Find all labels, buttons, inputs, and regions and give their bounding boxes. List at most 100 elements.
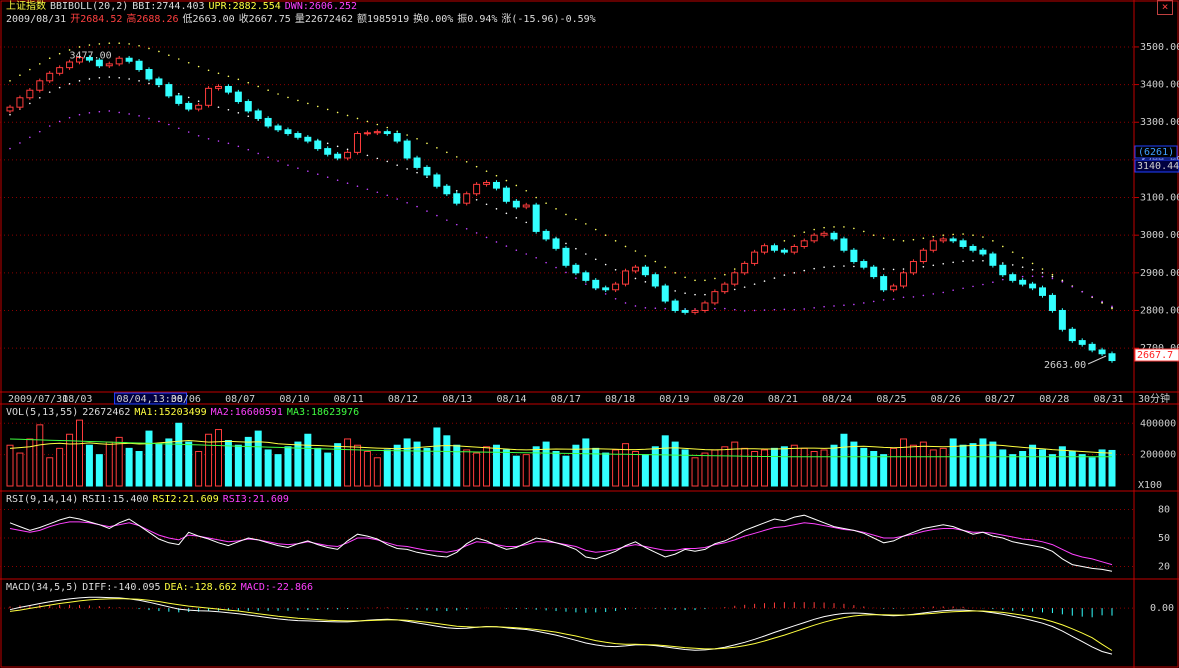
bb-lower-dot <box>495 241 498 243</box>
turnover-value: 换0.00% <box>413 14 454 25</box>
bb-mid-dot <box>942 262 945 265</box>
candle-up <box>612 283 620 291</box>
bb-mid-dot <box>416 171 418 174</box>
bb-upper-dot <box>843 226 845 228</box>
bb-upper-dot <box>793 235 796 237</box>
vol-bar-down <box>1078 454 1086 487</box>
bb-lower-dot <box>505 245 508 247</box>
bb-mid-dot <box>1051 275 1054 278</box>
bb-upper-dot <box>535 196 537 199</box>
bb-lower-dot <box>346 182 349 185</box>
vol-bar-down <box>423 447 431 487</box>
vol-bar-down <box>1048 454 1056 487</box>
bb-upper-dot <box>555 208 557 210</box>
candle-down <box>244 101 252 112</box>
bb-upper-dot <box>972 234 974 236</box>
bb-upper-dot <box>783 240 786 242</box>
bb-lower-dot <box>326 176 329 178</box>
bb-lower-dot <box>1091 295 1093 298</box>
candle-down <box>780 249 788 253</box>
bb-lower-dot <box>912 296 915 298</box>
bb-lower-dot <box>287 164 289 166</box>
bb-upper-dot <box>257 85 259 88</box>
candle-up <box>631 266 639 272</box>
bb-lower-dot <box>902 296 905 299</box>
vol-bar-up <box>46 457 54 487</box>
candle-up <box>214 85 222 89</box>
rsi-tick-label: 80 <box>1158 505 1170 516</box>
bb-upper-dot <box>336 111 339 114</box>
low-value: 低2663.00 <box>182 14 235 25</box>
vol-bar-down <box>413 441 421 487</box>
candle-down <box>324 148 332 155</box>
vol-bar-up <box>761 449 769 487</box>
bb-mid-dot <box>684 292 686 294</box>
candle-up <box>473 183 481 195</box>
vol-bar-down <box>244 436 252 487</box>
bb-upper-dot <box>406 134 408 136</box>
candle-down <box>870 266 878 278</box>
bb-lower-dot <box>773 308 776 311</box>
bb-lower-dot <box>1081 290 1084 293</box>
vol-bar-down <box>1009 454 1017 487</box>
bb-lower-dot <box>227 142 230 145</box>
candle-down <box>185 102 193 110</box>
bb-upper-dot <box>455 156 458 158</box>
vol-bar-down <box>254 430 262 487</box>
bb-lower-dot <box>863 302 865 304</box>
index-name[interactable]: 上证指数 <box>6 1 46 12</box>
bb-upper-dot <box>446 151 448 154</box>
bb-upper-dot <box>9 80 11 82</box>
rsi2-line <box>9 521 1113 566</box>
bb-lower-dot <box>58 120 61 123</box>
vol-bar-up <box>344 438 352 487</box>
candle-up <box>195 104 203 110</box>
bb-mid-dot <box>1011 264 1014 266</box>
stock-chart[interactable]: 3500.003400.003300.003200.003100.003000.… <box>0 0 1179 668</box>
vol-bar-up <box>741 447 749 487</box>
open-value: 开2684.52 <box>70 14 123 25</box>
candle-down <box>999 264 1007 276</box>
vol-bar-down <box>85 444 93 487</box>
price-header-line1: 上证指数 BBIBOLL(20,2) BBI:2744.403 UPR:2882.55… <box>6 1 361 12</box>
cursor-price: 3140.44 <box>1137 161 1179 172</box>
time-axis-label: 08/10 <box>279 394 309 405</box>
bb-mid-dot <box>495 208 498 210</box>
bb-upper-dot <box>932 235 935 238</box>
rsi-tick-label: 50 <box>1158 533 1170 544</box>
bb-lower-dot <box>555 266 557 269</box>
bb-lower-dot <box>644 307 647 309</box>
candle-down <box>641 266 649 276</box>
rsi3-value: RSI3:21.609 <box>222 494 289 505</box>
close-icon[interactable]: × <box>1157 0 1173 15</box>
candle-down <box>1108 353 1116 362</box>
low-annotation: 2663.00 <box>1044 360 1086 371</box>
bb-lower-dot <box>396 198 398 200</box>
bb-lower-dot <box>158 120 160 123</box>
bb-upper-dot <box>217 72 220 75</box>
vol-bar-down <box>175 422 183 487</box>
candle-down <box>393 133 401 142</box>
candle-down <box>294 133 302 138</box>
vol-bar-down <box>165 438 173 487</box>
candle-up <box>622 270 630 285</box>
bb-mid-dot <box>9 113 11 116</box>
candle-down <box>1058 309 1066 330</box>
bb-upper-dot <box>48 57 51 60</box>
bb-upper-dot <box>624 245 627 248</box>
bb-mid-dot <box>614 269 617 271</box>
bb-upper-dot <box>465 160 468 163</box>
bb-mid-dot <box>217 106 220 108</box>
bb-lower-dot <box>872 300 875 303</box>
rsi-indicator-name: RSI(9,14,14) <box>6 494 79 505</box>
vol-bar-down <box>185 441 193 487</box>
candle-up <box>711 291 719 304</box>
vol-bar-up <box>929 449 937 487</box>
vol-bar-up <box>56 447 64 487</box>
vol-bar-up <box>721 446 729 487</box>
vol-bar-down <box>1058 446 1066 487</box>
vol-bar-down <box>840 433 848 487</box>
candle-down <box>969 245 977 251</box>
bb-mid-dot <box>634 277 637 280</box>
candle-down <box>1048 294 1056 311</box>
